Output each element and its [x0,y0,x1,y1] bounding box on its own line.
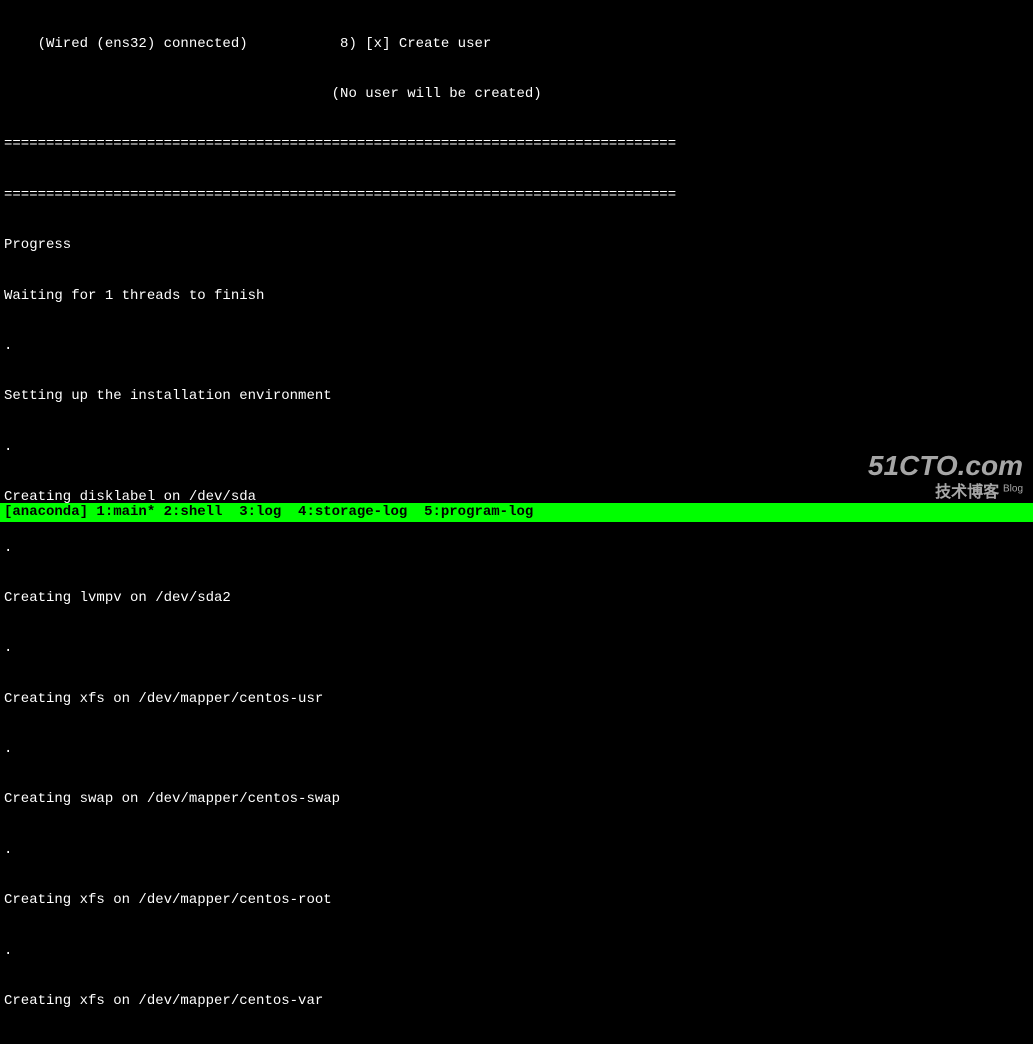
watermark-sub: 技术博客 [935,484,999,501]
log-line: . [4,1043,1029,1044]
log-line: Creating xfs on /dev/mapper/centos-root [4,892,1029,909]
log-line: . [4,741,1029,758]
watermark-main: 51CTO.com [868,449,1023,483]
tmux-status-bar[interactable]: [anaconda] 1:main* 2:shell 3:log 4:stora… [0,503,1033,522]
log-line: Creating swap on /dev/mapper/centos-swap [4,791,1029,808]
log-line: . [4,640,1029,657]
separator-2: ========================================… [4,187,1029,204]
log-line: . [4,943,1029,960]
header-mid: 8) [x] Create user [248,36,492,52]
terminal-output: (Wired (ens32) connected) 8) [x] Create … [0,0,1033,1044]
header-left: (Wired (ens32) connected) [4,36,248,52]
log-line: Waiting for 1 threads to finish [4,288,1029,305]
log-line: Creating lvmpv on /dev/sda2 [4,590,1029,607]
log-line: . [4,842,1029,859]
log-line: . [4,540,1029,557]
log-line: . [4,338,1029,355]
header-line-2: (No user will be created) [4,86,1029,103]
progress-label: Progress [4,237,1029,254]
header-line-1: (Wired (ens32) connected) 8) [x] Create … [4,36,1029,53]
watermark: 51CTO.com 技术博客 Blog [868,449,1023,502]
log-line: Creating xfs on /dev/mapper/centos-usr [4,691,1029,708]
log-line: Setting up the installation environment [4,388,1029,405]
watermark-blog: Blog [1003,483,1023,494]
separator-1: ========================================… [4,136,1029,153]
log-line: Creating xfs on /dev/mapper/centos-var [4,993,1029,1010]
